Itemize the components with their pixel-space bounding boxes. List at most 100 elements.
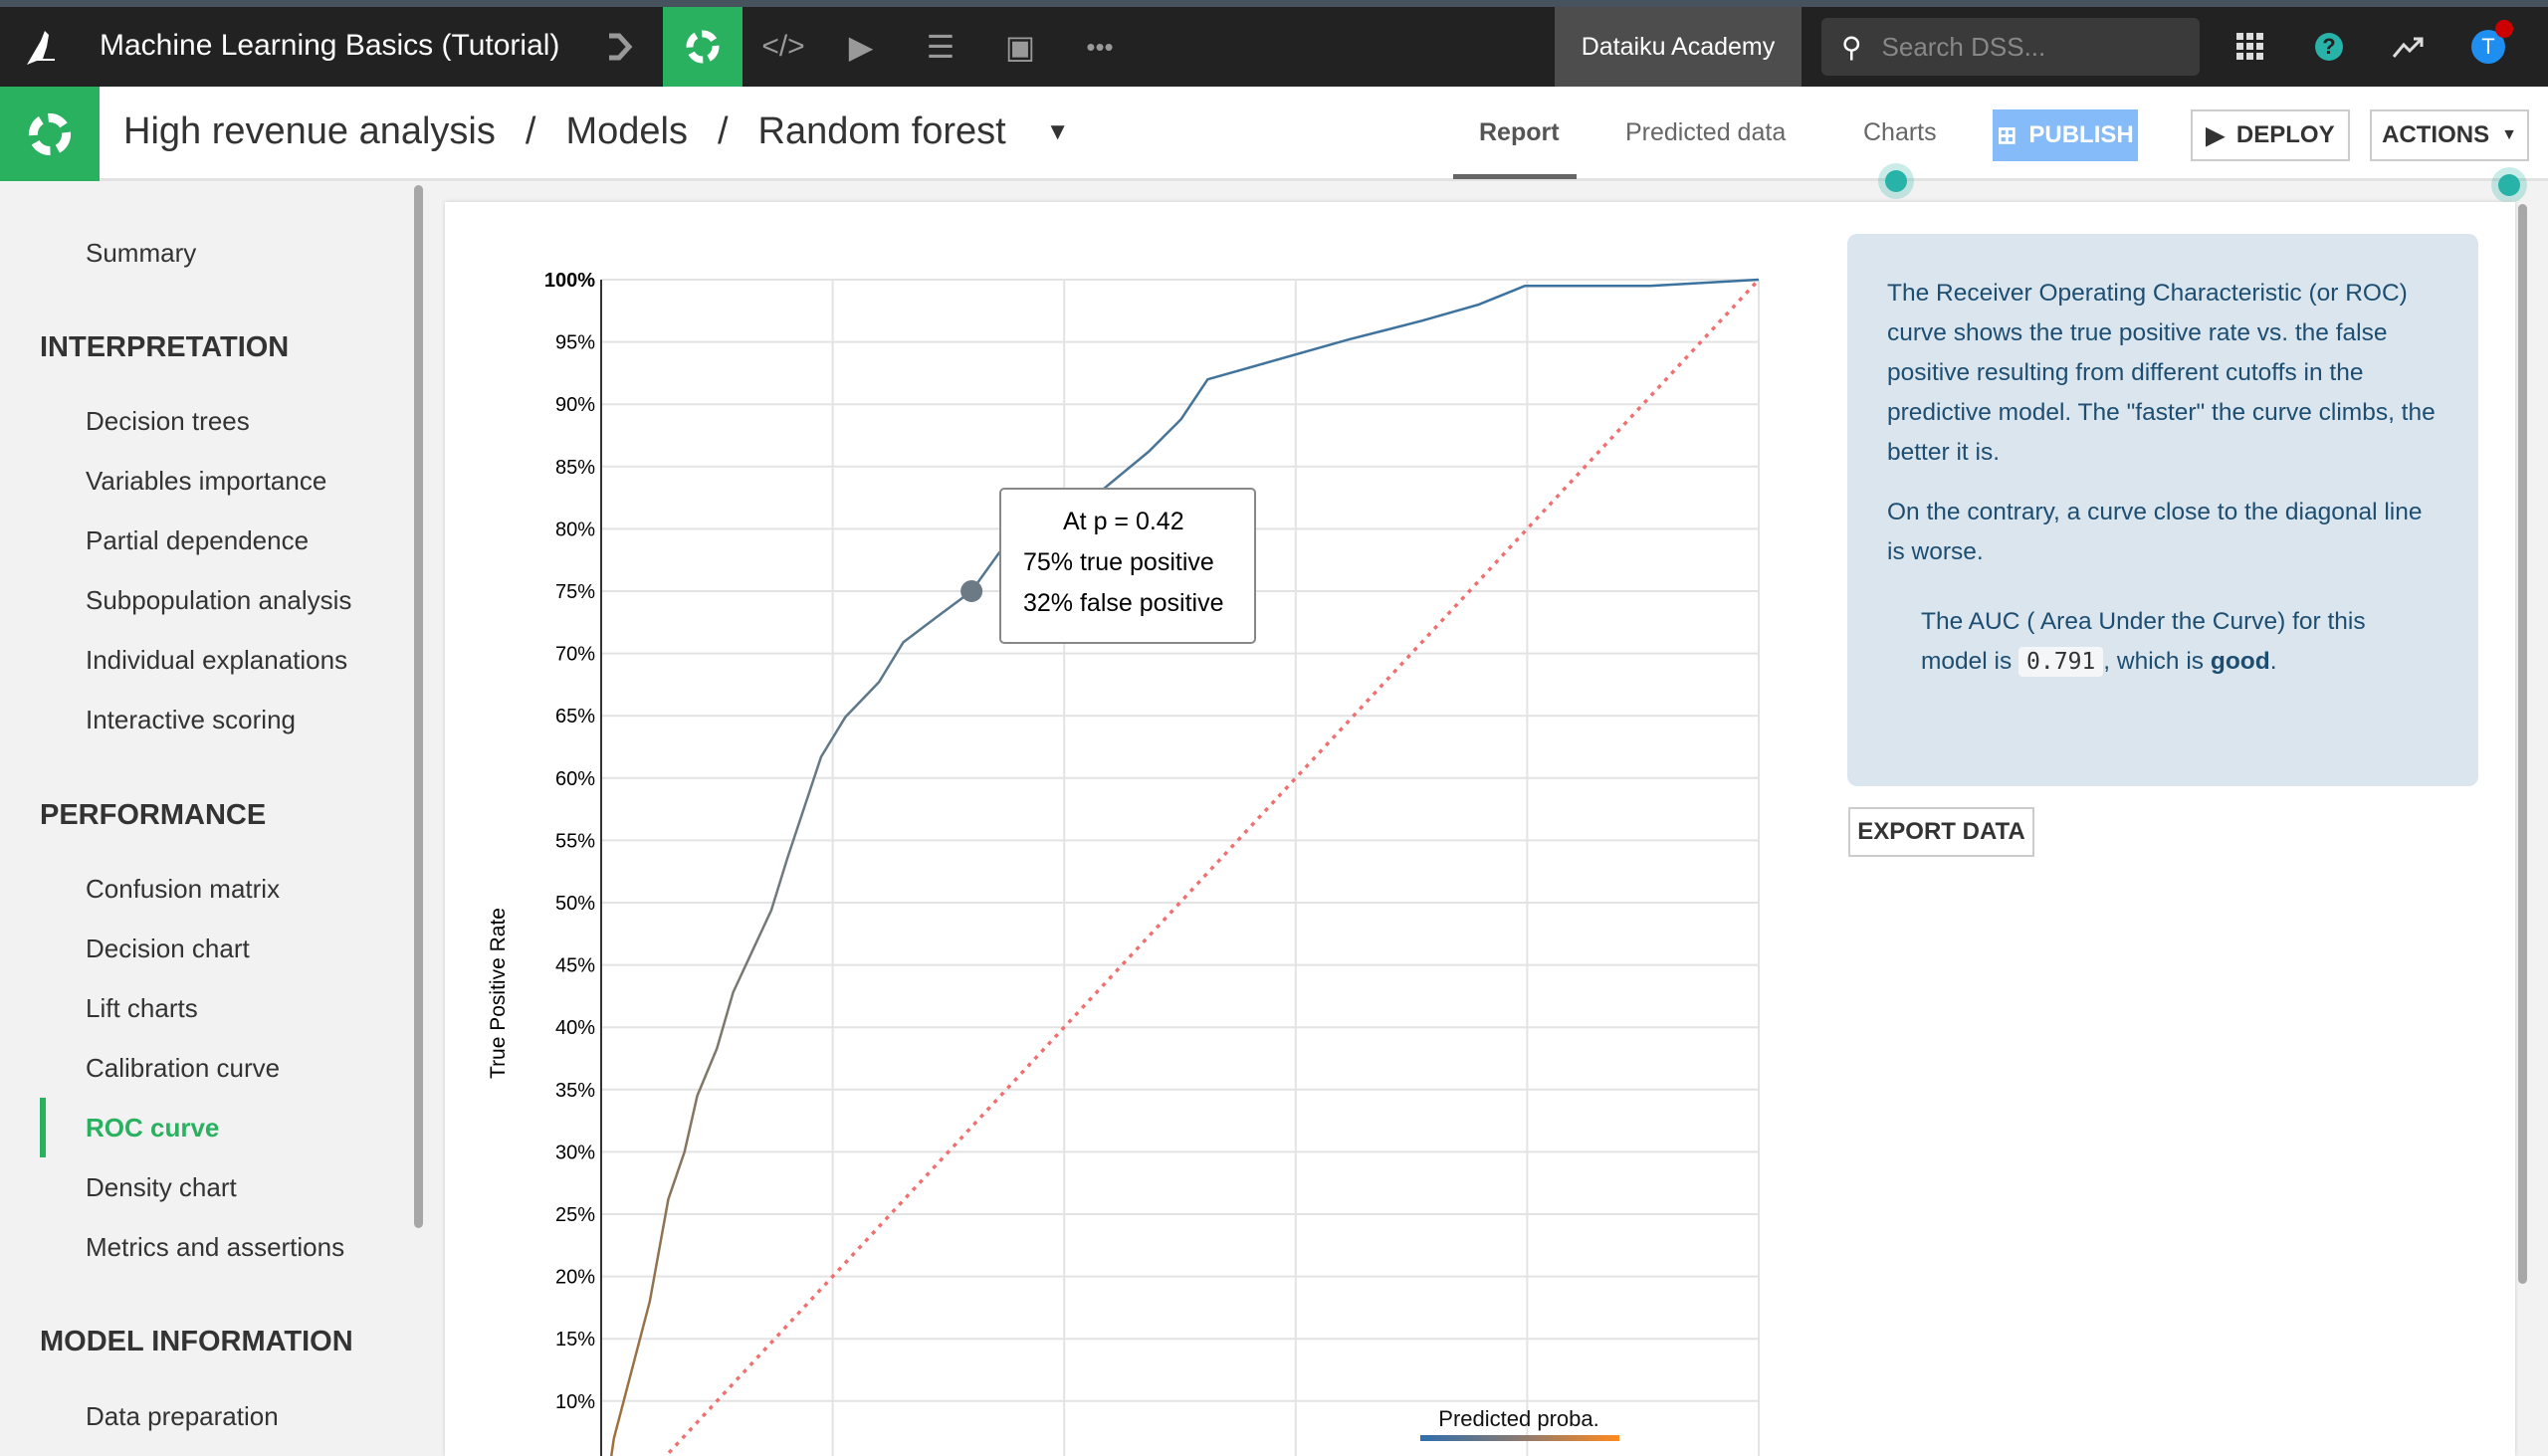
y-tick-label: 15% <box>555 1329 595 1351</box>
top-navbar: Machine Learning Basics (Tutorial) </> ▶… <box>0 7 2548 87</box>
sidebar-item-confusion-matrix[interactable]: Confusion matrix <box>86 874 280 905</box>
sidebar-heading-interpretation: INTERPRETATION <box>40 331 290 363</box>
publish-icon: ⊞ <box>1997 121 2017 149</box>
y-tick-label: 70% <box>555 644 595 666</box>
model-dropdown-caret-icon[interactable]: ▼ <box>1046 118 1070 146</box>
tutorial-hotspot[interactable] <box>1885 170 1907 192</box>
auc-text: , which is <box>2103 648 2205 675</box>
breadcrumb-model-name[interactable]: Random forest <box>758 110 1006 153</box>
apps-grid-icon[interactable] <box>2226 7 2275 87</box>
breadcrumb: High revenue analysis / Models / Random … <box>123 110 1070 153</box>
roc-chart: 10% 15% 20% 25% 30% 35% 40% 45% 50% 55% 60% 65% 70% 7… <box>487 270 1761 1456</box>
y-tick-label: 55% <box>555 830 595 852</box>
sidebar-heading-model-information: MODEL INFORMATION <box>40 1326 353 1357</box>
y-tick-label: 75% <box>555 581 595 603</box>
y-tick-label: 85% <box>555 457 595 479</box>
auc-text: . <box>2269 648 2277 675</box>
deploy-button[interactable]: ▶ DEPLOY <box>2191 109 2350 161</box>
breadcrumb-analysis[interactable]: High revenue analysis <box>123 110 496 153</box>
model-icon <box>0 87 100 181</box>
active-tab-indicator <box>1453 174 1577 179</box>
y-tick-label: 10% <box>555 1391 595 1413</box>
roc-curve-line <box>609 278 1760 1456</box>
flow-icon[interactable] <box>597 7 647 87</box>
y-tick-label: 30% <box>555 1142 595 1163</box>
export-data-button[interactable]: EXPORT DATA <box>1848 807 2034 857</box>
sidebar-item-lift-charts[interactable]: Lift charts <box>86 993 198 1024</box>
y-tick-label: 40% <box>555 1017 595 1039</box>
threshold-tooltip: At p = 0.42 75% true positive 32% false … <box>999 488 1256 644</box>
auc-value: 0.791 <box>2018 647 2104 677</box>
dataiku-bird-logo-icon[interactable] <box>18 7 68 87</box>
lab-icon <box>663 7 743 87</box>
y-tick-label: 35% <box>555 1080 595 1102</box>
publish-label: PUBLISH <box>2028 121 2134 148</box>
sidebar-heading-performance: PERFORMANCE <box>40 799 267 831</box>
y-tick-label: 90% <box>555 394 595 416</box>
sidebar-item-interactive-scoring[interactable]: Interactive scoring <box>86 705 296 735</box>
y-tick-label: 100% <box>544 270 595 292</box>
breadcrumb-separator: / <box>525 110 536 152</box>
y-tick-label: 65% <box>555 706 595 728</box>
run-play-icon[interactable]: ▶ <box>836 7 886 87</box>
breadcrumb-models[interactable]: Models <box>565 110 688 153</box>
tab-report[interactable]: Report <box>1479 118 1560 147</box>
y-axis-label: True Positive Rate <box>487 908 510 1079</box>
model-header: High revenue analysis / Models / Random … <box>0 87 2548 196</box>
help-icon[interactable]: ? <box>2304 7 2354 87</box>
jobs-stack-icon[interactable]: ☰ <box>916 7 965 87</box>
sidebar-scrollbar[interactable] <box>414 185 423 1228</box>
search-placeholder: Search DSS... <box>1881 31 2046 62</box>
window-top-strip <box>0 0 2548 7</box>
diagonal-reference-line <box>663 278 1761 1456</box>
lab-menu-button[interactable] <box>663 7 743 87</box>
academy-link[interactable]: Dataiku Academy <box>1555 7 1802 87</box>
code-icon[interactable]: </> <box>758 7 808 87</box>
y-tick-label: 20% <box>555 1267 595 1289</box>
info-paragraph: The Receiver Operating Characteristic (o… <box>1887 280 2436 466</box>
sidebar-item-individual-explanations[interactable]: Individual explanations <box>86 645 347 676</box>
sidebar-item-decision-trees[interactable]: Decision trees <box>86 406 250 437</box>
trending-icon[interactable] <box>2384 7 2434 87</box>
tooltip-fpr: 32% false positive <box>1023 589 1224 617</box>
tab-charts[interactable]: Charts <box>1863 118 1937 147</box>
dashboard-icon[interactable]: ▣ <box>995 7 1045 87</box>
search-icon: ⚲ <box>1841 31 1862 63</box>
tooltip-tpr: 75% true positive <box>1023 548 1214 576</box>
actions-dropdown[interactable]: ACTIONS ▼ <box>2370 109 2529 161</box>
tab-predicted-data[interactable]: Predicted data <box>1625 118 1786 147</box>
y-tick-label: 50% <box>555 893 595 915</box>
project-title[interactable]: Machine Learning Basics (Tutorial) <box>100 29 559 63</box>
sidebar-item-decision-chart[interactable]: Decision chart <box>86 934 250 964</box>
publish-button[interactable]: ⊞ PUBLISH <box>1993 109 2138 161</box>
legend-label: Predicted proba. <box>1438 1406 1598 1431</box>
deploy-label: DEPLOY <box>2235 121 2335 148</box>
y-tick-label: 25% <box>555 1204 595 1226</box>
sidebar-item-subpopulation-analysis[interactable]: Subpopulation analysis <box>86 585 351 616</box>
play-icon: ▶ <box>2206 121 2225 149</box>
actions-label: ACTIONS <box>2382 121 2490 148</box>
y-tick-label: 95% <box>555 332 595 354</box>
search-input[interactable]: ⚲ Search DSS... <box>1821 18 2200 76</box>
sidebar-item-metrics-assertions[interactable]: Metrics and assertions <box>86 1232 344 1263</box>
sidebar-item-density-chart[interactable]: Density chart <box>86 1172 237 1203</box>
sidebar-item-partial-dependence[interactable]: Partial dependence <box>86 525 309 556</box>
roc-explanation-panel: The Receiver Operating Characteristic (o… <box>1847 234 2478 786</box>
user-avatar[interactable]: T <box>2463 7 2513 87</box>
threshold-marker[interactable] <box>960 580 983 602</box>
sidebar-item-calibration-curve[interactable]: Calibration curve <box>86 1053 280 1084</box>
tooltip-threshold: At p = 0.42 <box>1063 508 1184 535</box>
avatar-initial: T <box>2481 34 2495 59</box>
legend-color-bar <box>1420 1435 1619 1441</box>
sidebar-item-data-preparation[interactable]: Data preparation <box>86 1401 279 1432</box>
sidebar-item-summary[interactable]: Summary <box>86 238 196 269</box>
more-ellipsis-icon[interactable]: ••• <box>1075 7 1125 87</box>
tutorial-hotspot[interactable] <box>2498 174 2520 196</box>
main-scrollbar[interactable] <box>2518 204 2527 1284</box>
sidebar-item-variables-importance[interactable]: Variables importance <box>86 466 326 497</box>
auc-rating: good <box>2210 648 2270 675</box>
y-tick-label: 80% <box>555 519 595 540</box>
sidebar-item-roc-curve[interactable]: ROC curve <box>86 1113 219 1144</box>
auc-statement: The AUC ( Area Under the Curve) for this… <box>1887 602 2439 682</box>
info-paragraph: On the contrary, a curve close to the di… <box>1887 499 2423 565</box>
